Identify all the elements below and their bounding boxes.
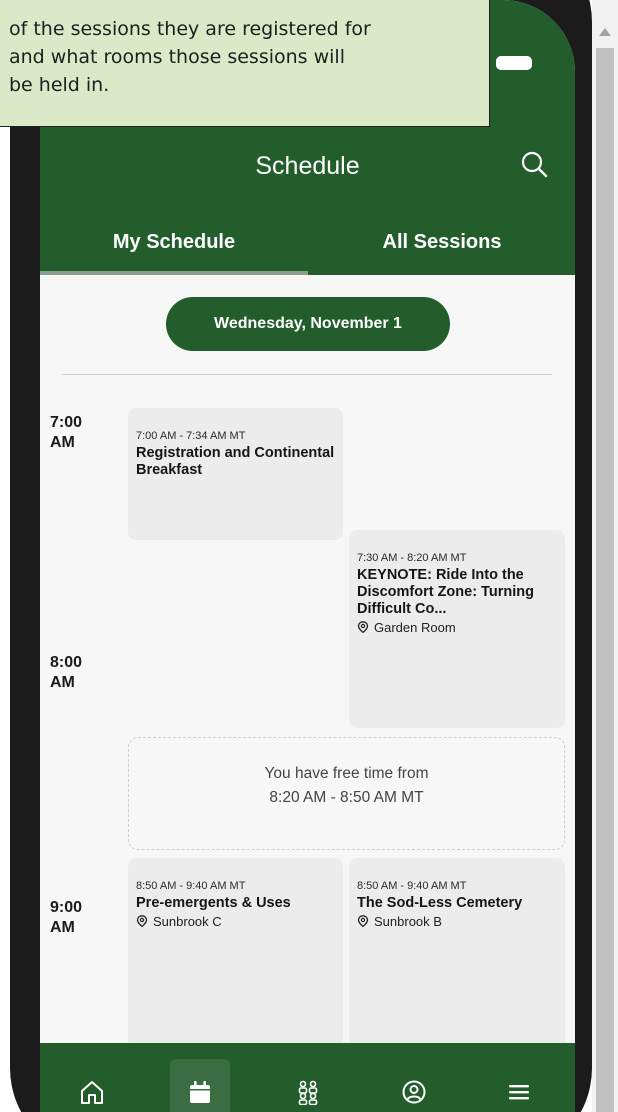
session-title: Registration and Continental Breakfast: [136, 445, 335, 478]
location-pin-icon: [357, 621, 369, 633]
free-time-slot: You have free time from 8:20 AM - 8:50 A…: [128, 737, 565, 850]
time-hour: 9:00: [50, 899, 83, 916]
nav-menu[interactable]: [489, 1059, 549, 1112]
location-pin-icon: [136, 915, 148, 927]
session-room-label: Sunbrook B: [374, 914, 442, 929]
date-selector[interactable]: Wednesday, November 1: [166, 297, 450, 351]
nav-attendees[interactable]: [278, 1059, 338, 1112]
page-title: Schedule: [255, 152, 360, 180]
tab-label: My Schedule: [112, 231, 236, 253]
time-label-8am: 8:00 AM: [50, 653, 82, 693]
session-card[interactable]: 7:30 AM - 8:20 AM MT KEYNOTE: Ride Into …: [349, 530, 565, 728]
tutorial-callout: of the sessions they are registered for …: [0, 0, 490, 127]
session-time: 8:50 AM - 9:40 AM MT: [357, 880, 467, 892]
nav-schedule[interactable]: [170, 1059, 230, 1112]
session-title: Pre-emergents & Uses: [136, 895, 291, 911]
callout-line: of the sessions they are registered for: [9, 18, 371, 40]
profile-icon: [402, 1080, 426, 1104]
time-hour: 7:00: [50, 414, 83, 431]
search-icon[interactable]: [520, 150, 550, 180]
callout-line: and what rooms those sessions will: [9, 46, 345, 68]
app-screen: Schedule My Schedule All Sessions Wednes…: [40, 0, 575, 1112]
session-time: 7:30 AM - 8:20 AM MT: [357, 552, 467, 564]
session-room: Sunbrook C: [136, 914, 337, 929]
session-card[interactable]: 7:00 AM - 7:34 AM MT Registration and Co…: [128, 408, 343, 540]
scroll-up-arrow-icon[interactable]: [599, 28, 611, 36]
tab-label: All Sessions: [382, 231, 502, 253]
home-icon: [81, 1081, 103, 1104]
session-room: Garden Room: [357, 620, 559, 635]
tab-my-schedule[interactable]: My Schedule: [40, 226, 308, 275]
active-tab-indicator: [40, 271, 308, 275]
location-pin-icon: [357, 915, 369, 927]
session-room-label: Sunbrook C: [153, 914, 222, 929]
time-label-9am: 9:00 AM: [50, 898, 82, 938]
nav-home[interactable]: [62, 1059, 122, 1112]
session-time: 7:00 AM - 7:34 AM MT: [136, 430, 246, 442]
free-time-range: 8:20 AM - 8:50 AM MT: [269, 789, 424, 806]
session-title: KEYNOTE: Ride Into the Discomfort Zone: …: [357, 567, 534, 617]
session-room-label: Garden Room: [374, 620, 456, 635]
time-label-7am: 7:00 AM: [50, 413, 82, 453]
free-time-text: You have free time from: [264, 765, 429, 782]
time-ampm: AM: [50, 674, 75, 691]
session-time: 8:50 AM - 9:40 AM MT: [136, 880, 246, 892]
nav-profile[interactable]: [384, 1059, 444, 1112]
bottom-nav: [40, 1043, 575, 1112]
session-card[interactable]: 8:50 AM - 9:40 AM MT The Sod-Less Cemete…: [349, 858, 565, 1048]
calendar-icon: [190, 1081, 210, 1103]
session-title: The Sod-Less Cemetery: [357, 895, 523, 911]
session-card[interactable]: 8:50 AM - 9:40 AM MT Pre-emergents & Use…: [128, 858, 343, 1048]
time-hour: 8:00: [50, 654, 83, 671]
scroll-thumb[interactable]: [596, 48, 614, 1112]
session-room: Sunbrook B: [357, 914, 559, 929]
page-scrollbar[interactable]: [592, 0, 618, 1112]
tab-all-sessions[interactable]: All Sessions: [308, 226, 575, 275]
people-icon: [298, 1080, 318, 1105]
battery-icon: [496, 56, 532, 70]
divider: [62, 374, 552, 375]
callout-line: be held in.: [9, 74, 110, 96]
time-ampm: AM: [50, 434, 75, 451]
time-ampm: AM: [50, 919, 75, 936]
menu-icon: [509, 1085, 529, 1100]
